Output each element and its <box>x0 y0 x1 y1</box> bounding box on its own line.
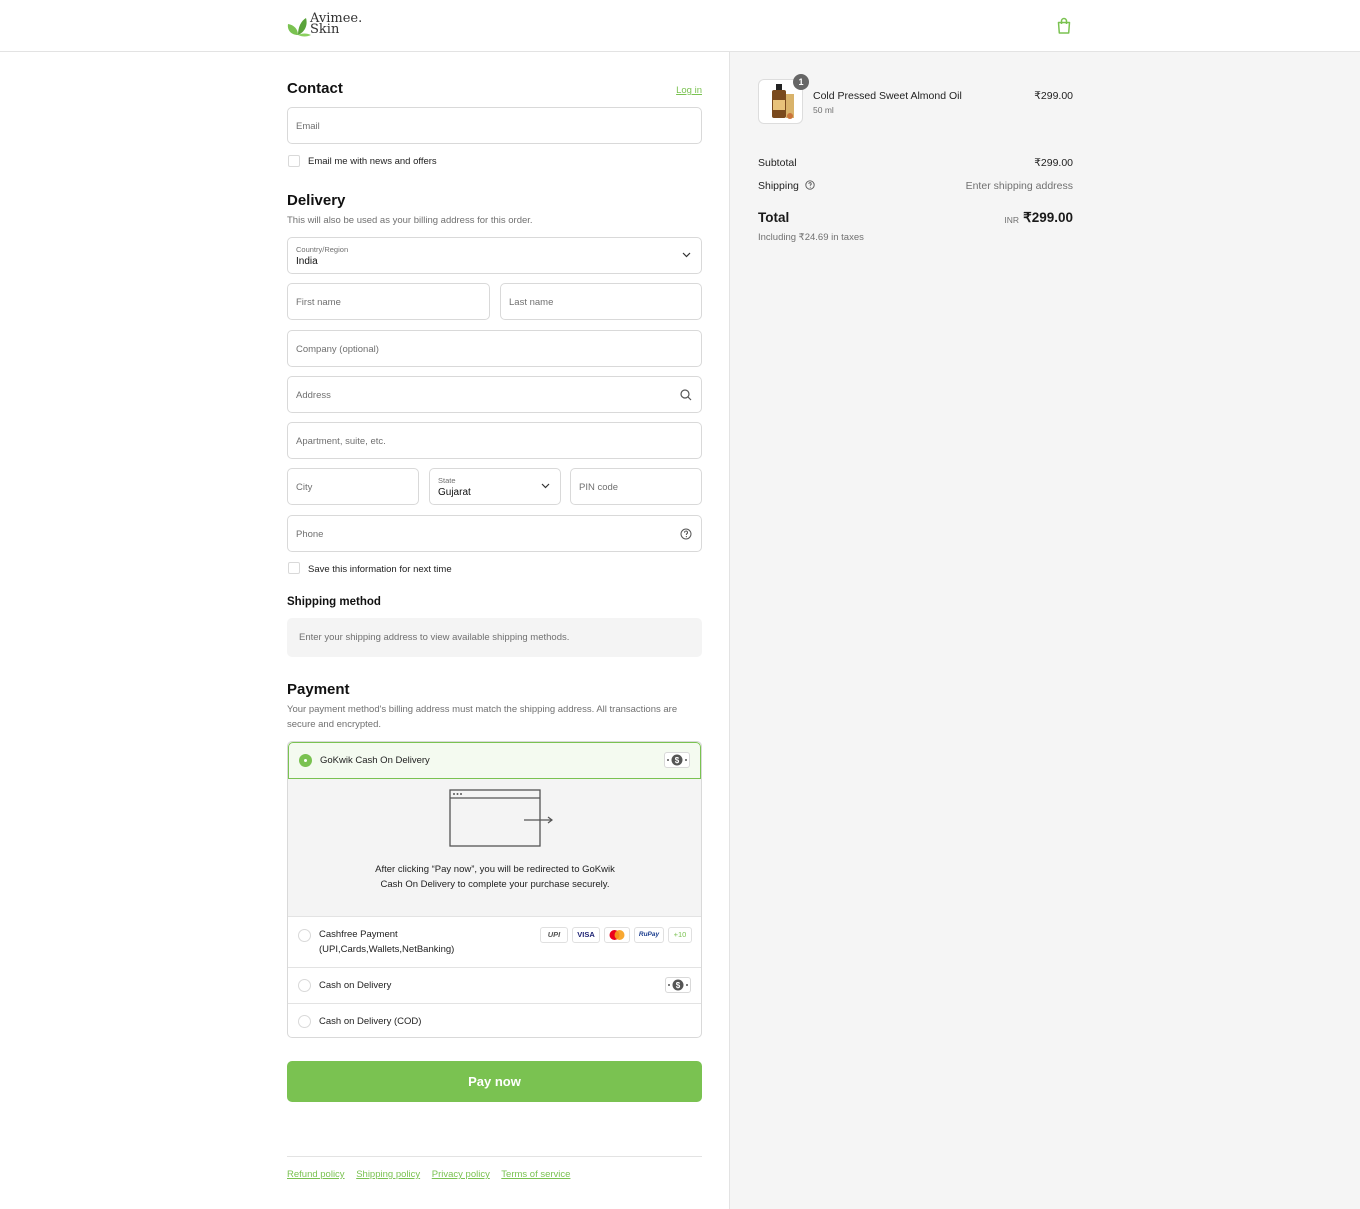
svg-text:$: $ <box>675 756 680 765</box>
shipping-policy-link[interactable]: Shipping policy <box>356 1169 420 1180</box>
state-select[interactable]: State Gujarat <box>429 468 561 505</box>
refund-policy-link[interactable]: Refund policy <box>287 1169 345 1180</box>
state-label: State <box>438 476 456 485</box>
help-icon[interactable] <box>805 180 815 190</box>
upi-icon: UPI <box>540 927 568 943</box>
shopping-bag-icon[interactable] <box>1056 17 1072 35</box>
radio-cod[interactable] <box>298 979 311 992</box>
cash-icon: $ <box>665 977 691 993</box>
email-field[interactable]: Email <box>287 107 702 144</box>
browser-redirect-icon <box>449 789 553 847</box>
subtotal-value: ₹299.00 <box>1034 157 1073 169</box>
redirect-text: After clicking “Pay now”, you will be re… <box>375 864 615 890</box>
state-value: Gujarat <box>438 487 471 498</box>
brand-logo[interactable]: Avimee. Skin <box>287 11 367 39</box>
login-link[interactable]: Log in <box>676 85 702 96</box>
payment-option-cod[interactable]: Cash on Delivery $ <box>288 967 701 1003</box>
header: Avimee. Skin <box>0 0 1360 52</box>
product-variant: 50 ml <box>813 105 834 115</box>
quantity-badge: 1 <box>793 74 809 90</box>
order-summary: 1 Cold Pressed Sweet Almond Oil 50 ml ₹2… <box>729 52 1360 1209</box>
product-price: ₹299.00 <box>1034 90 1073 102</box>
chevron-down-icon <box>682 252 691 258</box>
svg-text:$: $ <box>676 981 681 990</box>
first-name-placeholder: First name <box>296 297 341 308</box>
leaf-logo-icon <box>287 18 311 37</box>
country-select[interactable]: Country/Region India <box>287 237 702 274</box>
total-value: ₹299.00 <box>1023 210 1073 225</box>
cash-icon: $ <box>664 752 690 768</box>
payment-options: GoKwik Cash On Delivery $ After clicking… <box>287 741 702 1038</box>
country-label: Country/Region <box>296 245 349 254</box>
apartment-field[interactable]: Apartment, suite, etc. <box>287 422 702 459</box>
payment-option-gokwik-cod[interactable]: GoKwik Cash On Delivery $ <box>288 742 701 779</box>
radio-gokwik-cod[interactable] <box>299 754 312 767</box>
shipping-label: Shipping <box>758 180 815 192</box>
rupay-icon: RuPay <box>634 927 664 943</box>
total-label: Total <box>758 210 790 225</box>
radio-cod-alt[interactable] <box>298 1015 311 1028</box>
shipping-method-title: Shipping method <box>287 596 381 608</box>
brand-name: Avimee. Skin <box>310 11 363 37</box>
company-field[interactable]: Company (optional) <box>287 330 702 367</box>
payment-option-cashfree[interactable]: Cashfree Payment (UPI,Cards,Wallets,NetB… <box>288 916 701 967</box>
email-placeholder: Email <box>296 121 320 132</box>
privacy-policy-link[interactable]: Privacy policy <box>432 1169 490 1180</box>
company-placeholder: Company (optional) <box>296 344 379 355</box>
shipping-method-message: Enter your shipping address to view avai… <box>299 632 570 643</box>
tax-note: Including ₹24.69 in taxes <box>758 232 864 243</box>
news-checkbox-label: Email me with news and offers <box>308 156 437 167</box>
country-value: India <box>296 256 318 267</box>
save-info-checkbox[interactable] <box>288 562 300 574</box>
mastercard-icon <box>604 927 630 943</box>
delivery-title: Delivery <box>287 192 346 209</box>
payment-option-label: GoKwik Cash On Delivery <box>320 755 430 766</box>
search-icon[interactable] <box>680 389 692 401</box>
footer-divider <box>287 1156 702 1157</box>
pin-code-placeholder: PIN code <box>579 482 619 493</box>
last-name-field[interactable]: Last name <box>500 283 702 320</box>
help-icon[interactable] <box>680 528 692 540</box>
save-info-label: Save this information for next time <box>308 564 452 575</box>
payment-option-label: Cash on Delivery <box>319 980 392 991</box>
city-field[interactable]: City <box>287 468 419 505</box>
last-name-placeholder: Last name <box>509 297 554 308</box>
footer-links: Refund policy Shipping policy Privacy po… <box>287 1169 579 1180</box>
terms-of-service-link[interactable]: Terms of service <box>501 1169 570 1180</box>
payment-option-label: Cashfree Payment (UPI,Cards,Wallets,NetB… <box>319 929 455 955</box>
chevron-down-icon <box>541 483 550 489</box>
redirect-panel: After clicking “Pay now”, you will be re… <box>288 779 701 916</box>
more-methods-badge: +10 <box>668 927 692 943</box>
first-name-field[interactable]: First name <box>287 283 490 320</box>
apartment-placeholder: Apartment, suite, etc. <box>296 436 386 447</box>
product-name: Cold Pressed Sweet Almond Oil <box>813 90 962 102</box>
pay-now-button[interactable]: Pay now <box>287 1061 702 1102</box>
visa-icon: VISA <box>572 927 600 943</box>
address-placeholder: Address <box>296 390 331 401</box>
city-placeholder: City <box>296 482 313 493</box>
subtotal-label: Subtotal <box>758 157 797 169</box>
radio-cashfree[interactable] <box>298 929 311 942</box>
payment-option-cod-alt[interactable]: Cash on Delivery (COD) <box>288 1003 701 1037</box>
total-currency: INR <box>1004 215 1019 225</box>
payment-title: Payment <box>287 681 350 698</box>
phone-placeholder: Phone <box>296 529 324 540</box>
shipping-value: Enter shipping address <box>965 180 1073 192</box>
payment-option-label: Cash on Delivery (COD) <box>319 1016 422 1027</box>
delivery-note: This will also be used as your billing a… <box>287 215 533 226</box>
phone-field[interactable]: Phone <box>287 515 702 552</box>
shipping-method-box: Enter your shipping address to view avai… <box>287 618 702 657</box>
news-checkbox[interactable] <box>288 155 300 167</box>
address-field[interactable]: Address <box>287 376 702 413</box>
contact-title: Contact <box>287 80 343 97</box>
pin-code-field[interactable]: PIN code <box>570 468 702 505</box>
payment-note: Your payment method's billing address mu… <box>287 704 678 730</box>
